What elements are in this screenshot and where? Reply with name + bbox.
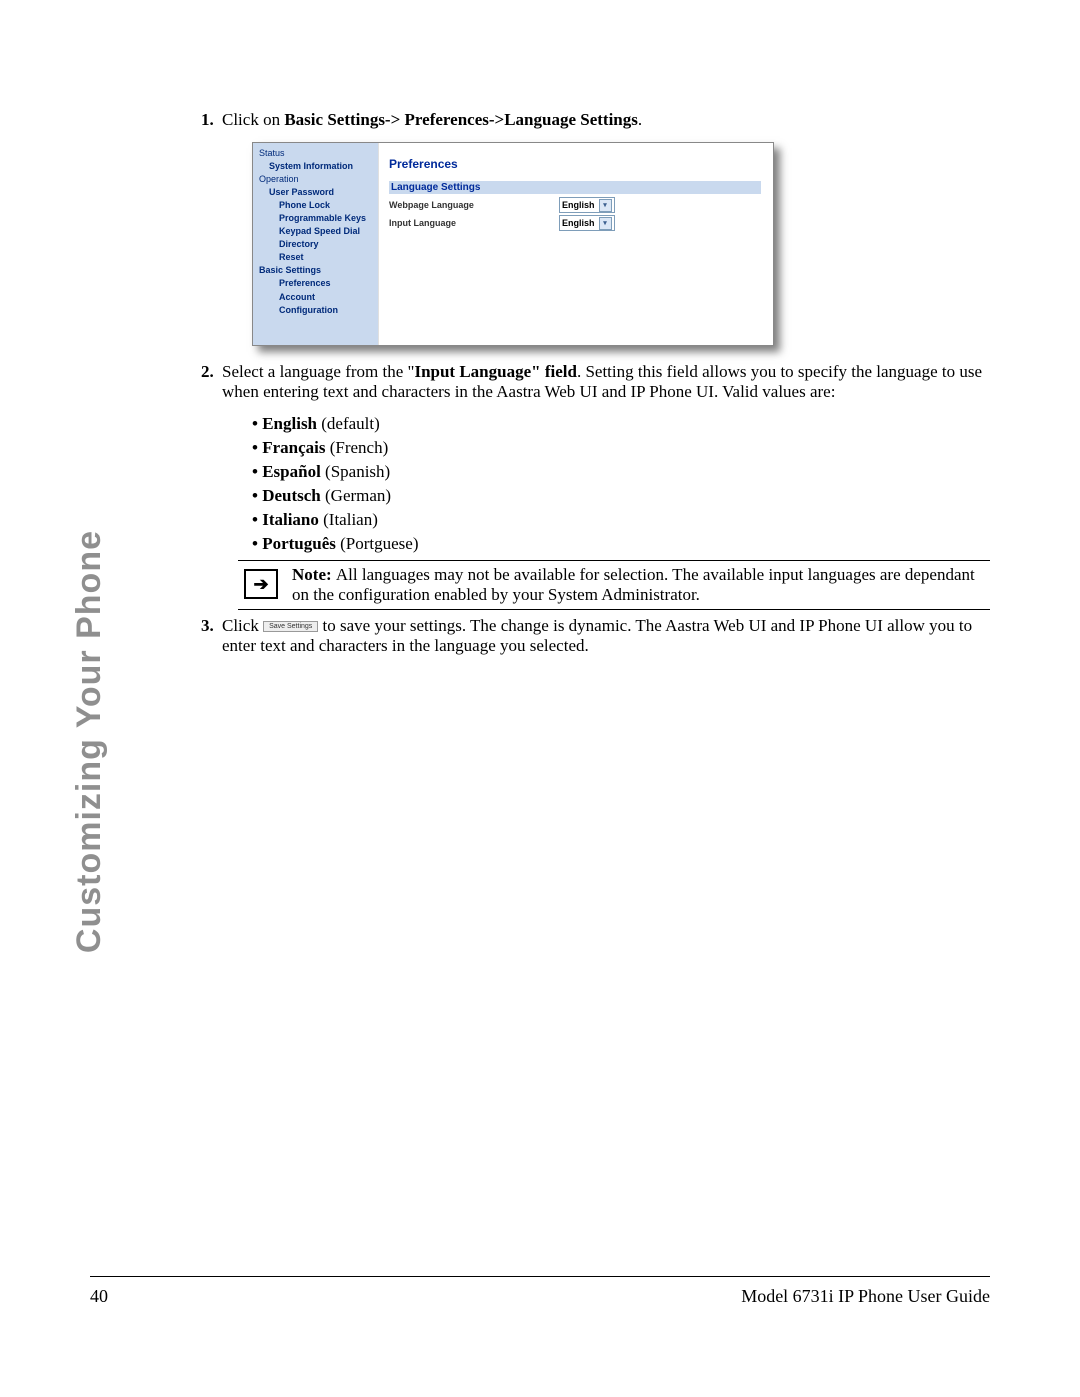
screenshot-sidebar: Status System Information Operation User… (253, 143, 379, 345)
chevron-down-icon: ▾ (599, 199, 612, 212)
step1-suffix: . (638, 110, 642, 129)
step1-prefix: Click on (222, 110, 284, 129)
step3-post: to save your settings. The change is dyn… (222, 616, 972, 655)
side-directory: Directory (259, 238, 374, 251)
footer-title: Model 6731i IP Phone User Guide (741, 1286, 990, 1307)
side-basic-settings: Basic Settings (259, 264, 374, 277)
step-1: Click on Basic Settings-> Preferences->L… (218, 110, 990, 346)
note-block: ➔ Note: All languages may not be availab… (238, 560, 990, 610)
page-number: 40 (90, 1286, 108, 1307)
webpage-language-select[interactable]: English ▾ (559, 197, 615, 213)
side-preferences: Preferences (259, 277, 374, 290)
note-text: All languages may not be available for s… (292, 565, 975, 604)
step2-bold: Input Language" field (414, 362, 576, 381)
ss-row1-label: Webpage Language (389, 200, 559, 210)
input-language-select[interactable]: English ▾ (559, 215, 615, 231)
step-3: Click Save Settings to save your setting… (218, 616, 990, 656)
ss-section: Language Settings (389, 181, 761, 194)
footer-rule (90, 1276, 990, 1277)
main-content: Click on Basic Settings-> Preferences->L… (190, 110, 990, 662)
note-arrow-icon: ➔ (244, 569, 278, 599)
note-label: Note: (292, 565, 336, 584)
side-phone-lock: Phone Lock (259, 199, 374, 212)
side-chapter-title: Customizing Your Phone (70, 107, 109, 530)
input-language-value: English (562, 218, 599, 228)
side-prog-keys: Programmable Keys (259, 212, 374, 225)
ss-title: Preferences (389, 157, 761, 171)
side-status: Status (259, 147, 374, 160)
language-list: English (default) Français (French) Espa… (252, 414, 990, 554)
side-reset: Reset (259, 251, 374, 264)
page-footer: 40 Model 6731i IP Phone User Guide (90, 1286, 990, 1307)
step1-bold: Basic Settings-> Preferences->Language S… (284, 110, 638, 129)
side-user-password: User Password (259, 186, 374, 199)
side-keypad: Keypad Speed Dial (259, 225, 374, 238)
side-operation: Operation (259, 173, 374, 186)
step3-pre: Click (222, 616, 263, 635)
list-item: English (default) (252, 414, 990, 434)
side-system-info: System Information (259, 160, 374, 173)
step2-pre: Select a language from the " (222, 362, 414, 381)
save-settings-button[interactable]: Save Settings (263, 621, 318, 632)
list-item: Italiano (Italian) (252, 510, 990, 530)
side-account-config: Account Configuration (259, 291, 374, 317)
ss-row2-label: Input Language (389, 218, 559, 228)
list-item: Deutsch (German) (252, 486, 990, 506)
list-item: Français (French) (252, 438, 990, 458)
list-item: Español (Spanish) (252, 462, 990, 482)
chevron-down-icon: ▾ (599, 217, 612, 230)
step-2: Select a language from the "Input Langua… (218, 362, 990, 610)
screenshot-main: Preferences Language Settings Webpage La… (379, 143, 773, 345)
list-item: Português (Portguese) (252, 534, 990, 554)
preferences-screenshot: Status System Information Operation User… (252, 142, 774, 346)
webpage-language-value: English (562, 200, 599, 210)
